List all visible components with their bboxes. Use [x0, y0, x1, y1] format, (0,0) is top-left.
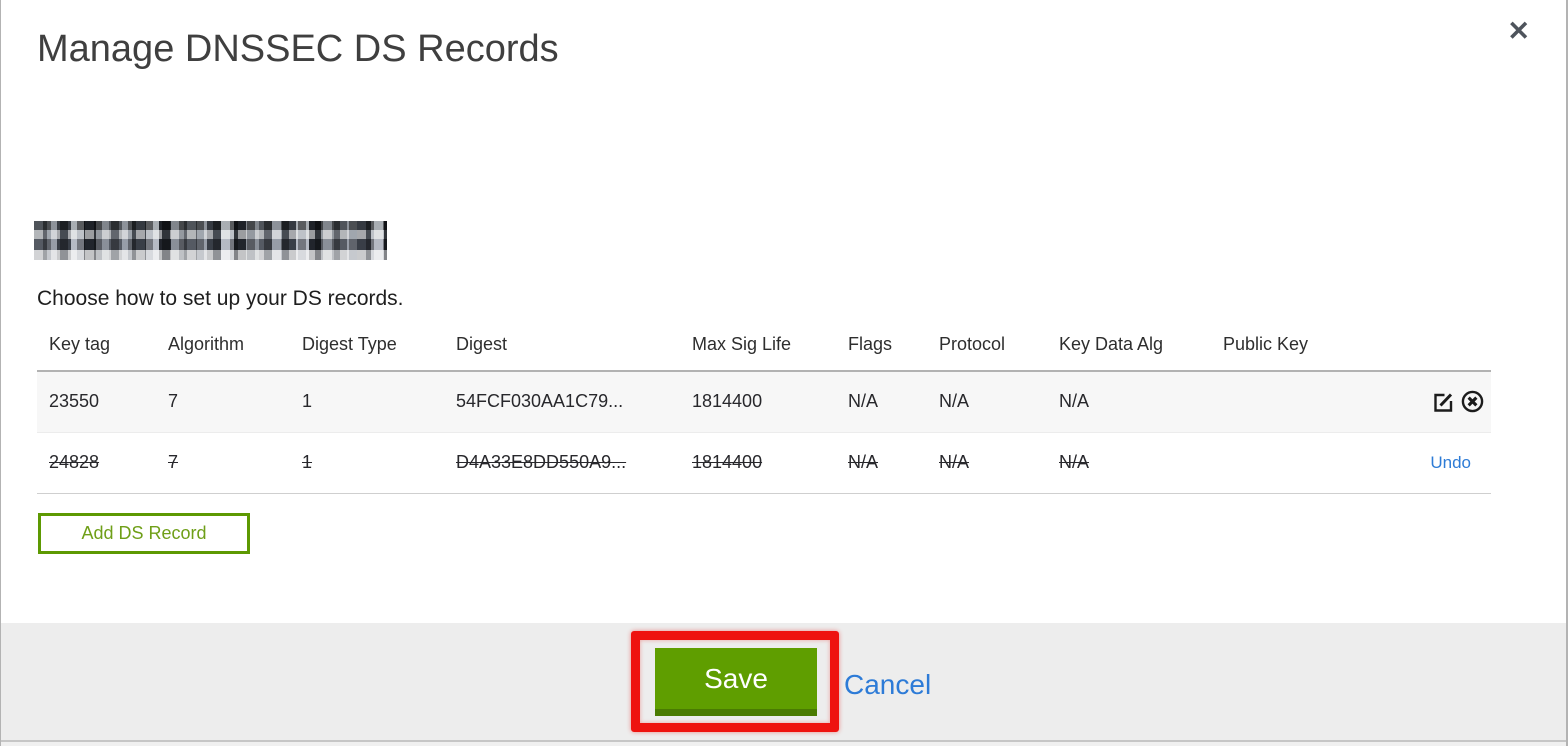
cell-algorithm: 7	[168, 391, 179, 412]
footer-bar: Save Cancel	[1, 623, 1566, 740]
col-header-public-key: Public Key	[1211, 328, 1411, 372]
undo-link[interactable]: Undo	[1430, 453, 1485, 472]
cell-key-data-alg: N/A	[1047, 432, 1211, 494]
page-title: Manage DNSSEC DS Records	[37, 28, 559, 70]
cell-max-sig-life: 1814400	[692, 391, 763, 412]
table-header-row: Key tag Algorithm Digest Type Digest Max…	[37, 328, 1491, 372]
delete-record-icon[interactable]	[1460, 389, 1485, 414]
row-actions: Undo	[1411, 432, 1491, 494]
col-header-digest: Digest	[444, 328, 680, 372]
cell-digest: 54FCF030AA1C79...	[456, 391, 624, 412]
col-header-max-sig-life: Max Sig Life	[680, 328, 836, 372]
description-text: Choose how to set up your DS records.	[37, 287, 404, 310]
col-header-algorithm: Algorithm	[156, 328, 290, 372]
close-icon[interactable]: ✕	[1507, 18, 1530, 45]
ds-record-row-deleted: 24828 7 1 D4A33E8DD550A9... 1814400 N/A …	[37, 432, 1491, 494]
add-ds-record-button[interactable]: Add DS Record	[38, 513, 250, 554]
col-header-key-data-alg: Key Data Alg	[1047, 328, 1211, 372]
cell-digest-type: 1	[290, 432, 444, 494]
cell-key-tag: 24828	[37, 432, 156, 494]
cell-key-data-alg: N/A	[1059, 391, 1090, 412]
cell-flags: N/A	[848, 391, 879, 412]
col-header-actions	[1411, 328, 1491, 372]
page-bottom-edge	[1, 740, 1566, 746]
ds-record-row: 23550 7 1 54FCF030AA1C79... 1814400 N/A …	[37, 371, 1491, 432]
cell-algorithm: 7	[156, 432, 290, 494]
cell-digest: D4A33E8DD550A9...	[444, 432, 680, 494]
cell-flags: N/A	[836, 432, 927, 494]
manage-dnssec-modal: Manage DNSSEC DS Records ✕ Choose how to…	[0, 0, 1568, 746]
col-header-key-tag: Key tag	[37, 328, 156, 372]
ds-records-table: Key tag Algorithm Digest Type Digest Max…	[37, 328, 1491, 494]
col-header-protocol: Protocol	[927, 328, 1047, 372]
row-actions	[1411, 371, 1491, 432]
save-button[interactable]: Save	[655, 648, 817, 716]
col-header-digest-type: Digest Type	[290, 328, 444, 372]
cell-key-tag: 23550	[49, 391, 100, 412]
edit-record-icon[interactable]	[1431, 390, 1455, 414]
cell-public-key	[1211, 432, 1411, 494]
cell-max-sig-life: 1814400	[680, 432, 836, 494]
cell-digest-type: 1	[302, 391, 313, 412]
cell-protocol: N/A	[939, 391, 970, 412]
cancel-link[interactable]: Cancel	[844, 669, 931, 701]
cell-public-key	[1211, 371, 1411, 432]
cell-protocol: N/A	[927, 432, 1047, 494]
col-header-flags: Flags	[836, 328, 927, 372]
redacted-domain-name	[34, 221, 387, 260]
